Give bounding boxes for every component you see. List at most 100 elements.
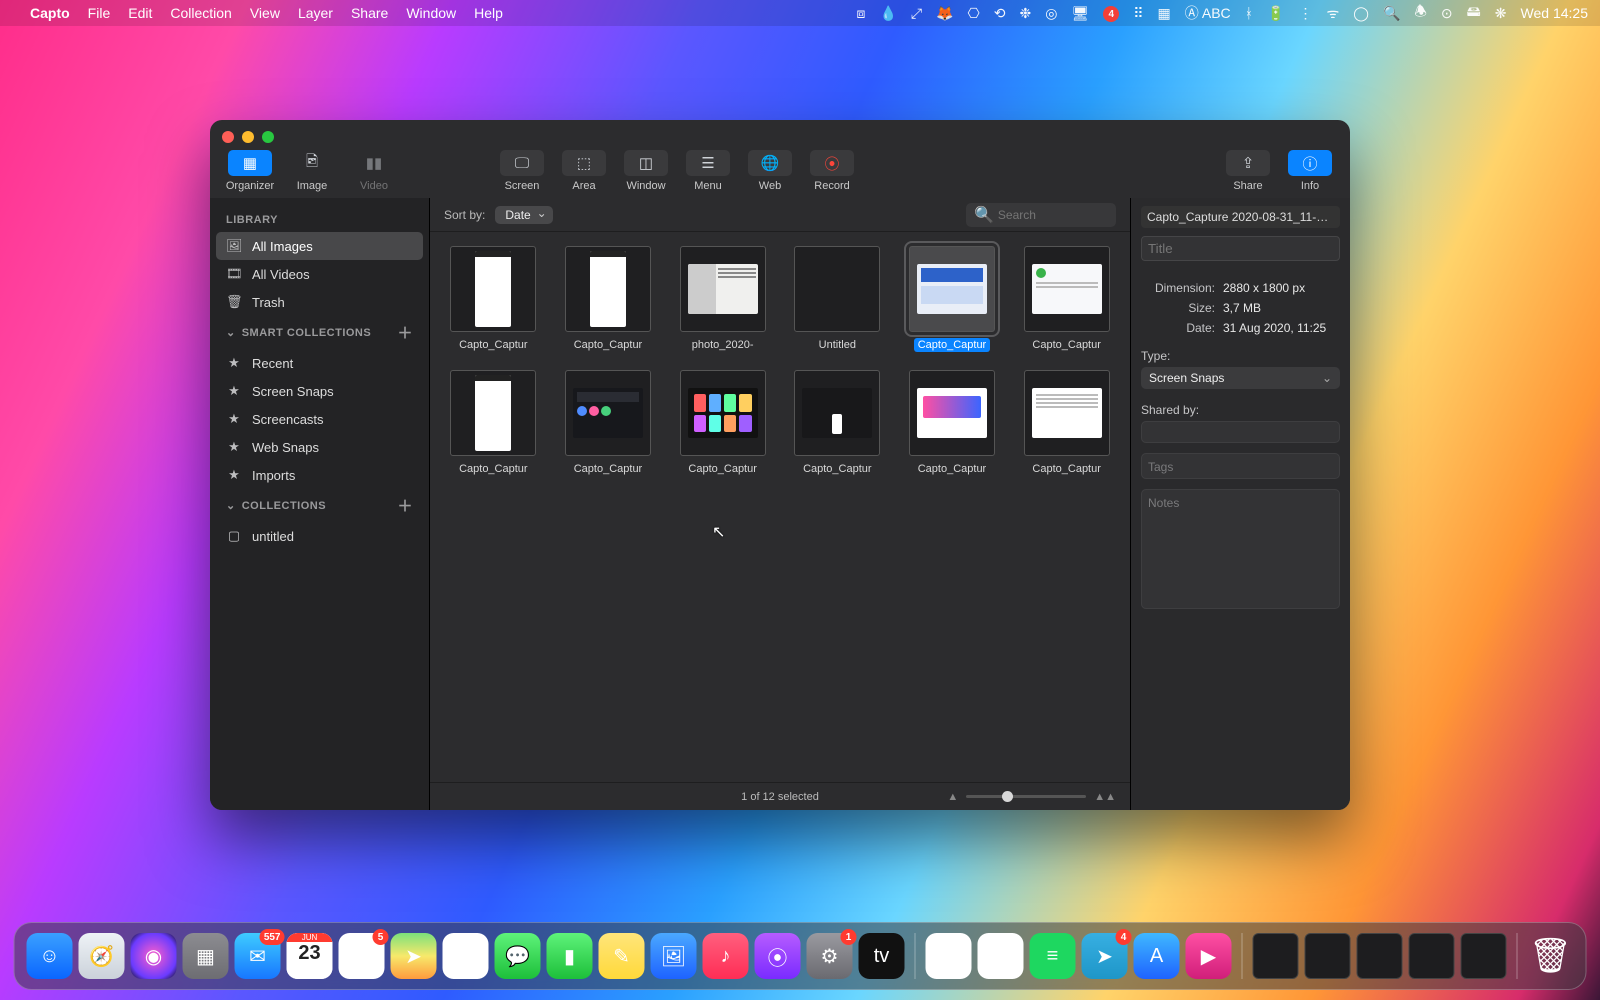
search-field[interactable]: 🔍: [966, 203, 1116, 227]
dock-app-safari[interactable]: 🧭: [79, 933, 125, 979]
dock-app-slack[interactable]: ✱: [926, 933, 972, 979]
dock-app-spotify[interactable]: ≡: [1030, 933, 1076, 979]
menu-layer[interactable]: Layer: [298, 5, 333, 21]
dock-app-appstore[interactable]: A: [1134, 933, 1180, 979]
dock-app-facetime[interactable]: ▮: [547, 933, 593, 979]
organizer-tab[interactable]: ▦Organizer: [222, 150, 278, 192]
menubar-status-icon[interactable]: ▦: [1158, 5, 1171, 22]
menubar-status-icon[interactable]: Ⓐ ABC: [1185, 3, 1231, 23]
dock-app-reminders[interactable]: ☰5: [339, 933, 385, 979]
dock-app-messages[interactable]: 💬: [495, 933, 541, 979]
menubar-status-icon[interactable]: 🦊: [936, 5, 953, 22]
menubar-status-icon[interactable]: ⊙: [1441, 5, 1453, 22]
dock-app-settings[interactable]: ⚙︎1: [807, 933, 853, 979]
sort-dropdown[interactable]: Date: [495, 206, 552, 224]
sidebar-smart-recent[interactable]: ★Recent: [216, 349, 423, 377]
thumbnail-grid[interactable]: Capto_CapturCapto_Capturphoto_2020-Untit…: [430, 232, 1130, 782]
thumbnail-item[interactable]: photo_2020-: [669, 246, 776, 352]
dock-app-podcasts[interactable]: ⦿: [755, 933, 801, 979]
dock-app-siri[interactable]: ◉: [131, 933, 177, 979]
menubar-status-icon[interactable]: ❉: [1020, 5, 1032, 22]
dock-app-appletv[interactable]: tv: [859, 933, 905, 979]
capture-menu-button[interactable]: ☰Menu: [680, 150, 736, 192]
menu-share[interactable]: Share: [351, 5, 388, 21]
sidebar-smart-screencasts[interactable]: ★Screencasts: [216, 405, 423, 433]
title-field[interactable]: [1141, 236, 1340, 261]
thumbnail-item[interactable]: Capto_Captur: [669, 370, 776, 476]
menubar-status-icon[interactable]: ❋: [1495, 5, 1507, 22]
dock-minimized-window[interactable]: [1409, 933, 1455, 979]
menubar-status-icon[interactable]: ᯤ: [1326, 4, 1339, 23]
menu-window[interactable]: Window: [406, 5, 456, 21]
zoom-slider[interactable]: ▲ ▲▲: [947, 791, 1116, 803]
sidebar-smart-imports[interactable]: ★Imports: [216, 461, 423, 489]
sidebar-library-all-videos[interactable]: 🎞All Videos: [216, 260, 423, 288]
dock-app-preview[interactable]: 🖼: [651, 933, 697, 979]
capture-area-button[interactable]: ⬚Area: [556, 150, 612, 192]
menubar-status-icon[interactable]: 🔍: [1383, 5, 1400, 22]
type-dropdown[interactable]: Screen Snaps: [1141, 367, 1340, 389]
thumbnail-item[interactable]: Capto_Captur: [555, 246, 662, 352]
menubar-status-icon[interactable]: ◎: [1045, 5, 1057, 22]
thumbnail-item[interactable]: Capto_Captur: [555, 370, 662, 476]
thumbnail-item[interactable]: Untitled: [784, 246, 891, 352]
menubar-status-icon[interactable]: ⧈: [857, 5, 866, 22]
menubar-status-icon[interactable]: 4: [1103, 4, 1119, 23]
dock-app-finder[interactable]: ☺: [27, 933, 73, 979]
thumbnail-item[interactable]: Capto_Captur: [899, 370, 1006, 476]
dock-minimized-window[interactable]: [1305, 933, 1351, 979]
thumbnail-item[interactable]: Capto_Captur: [784, 370, 891, 476]
search-input[interactable]: [998, 208, 1108, 222]
collections-header[interactable]: ⌄COLLECTIONS ＋: [216, 489, 423, 522]
sidebar-library-trash[interactable]: 🗑Trash: [216, 288, 423, 316]
notes-field[interactable]: Notes: [1141, 489, 1340, 609]
dock-app-telegram[interactable]: ➤4: [1082, 933, 1128, 979]
menubar-status-icon[interactable]: ◯: [1353, 5, 1369, 22]
thumbnail-item[interactable]: Capto_Captur: [899, 246, 1006, 352]
sidebar-smart-screen-snaps[interactable]: ★Screen Snaps: [216, 377, 423, 405]
image-tab[interactable]: 🖻Image: [284, 150, 340, 192]
add-collection-button[interactable]: ＋: [397, 495, 413, 516]
menubar-status-icon[interactable]: 💧: [879, 5, 896, 22]
dock-app-unknown[interactable]: ▶: [1186, 933, 1232, 979]
sidebar-smart-web-snaps[interactable]: ★Web Snaps: [216, 433, 423, 461]
thumbnail-item[interactable]: Capto_Captur: [1013, 370, 1120, 476]
menu-file[interactable]: File: [88, 5, 111, 21]
dock-minimized-window[interactable]: [1253, 933, 1299, 979]
menubar-status-icon[interactable]: ⤢: [911, 5, 922, 22]
menubar-clock[interactable]: Wed 14:25: [1521, 5, 1588, 21]
info-button[interactable]: ⓘInfo: [1282, 150, 1338, 192]
menubar-status-icon[interactable]: 🖴: [1467, 1, 1481, 25]
menubar-status-icon[interactable]: ᚼ: [1245, 5, 1253, 21]
dock-app-launchpad[interactable]: ▦: [183, 933, 229, 979]
capture-web-button[interactable]: 🌐Web: [742, 150, 798, 192]
menubar-status-icon[interactable]: 🖥: [1071, 5, 1089, 22]
menu-collection[interactable]: Collection: [170, 5, 231, 21]
dock-app-mail[interactable]: ✉︎557: [235, 933, 281, 979]
menubar-status-icon[interactable]: ⠿: [1133, 5, 1143, 22]
thumbnail-item[interactable]: Capto_Captur: [1013, 246, 1120, 352]
menubar-status-icon[interactable]: ⎔: [968, 5, 980, 22]
dock-minimized-window[interactable]: [1461, 933, 1507, 979]
dock-app-calendar[interactable]: JUN23: [287, 933, 333, 979]
dock-app-maps[interactable]: ➤: [391, 933, 437, 979]
tags-field[interactable]: Tags: [1141, 453, 1340, 479]
share-button[interactable]: ⇪Share: [1220, 150, 1276, 192]
capture-window-button[interactable]: ◫Window: [618, 150, 674, 192]
dock-trash[interactable]: 🗑: [1528, 933, 1574, 979]
dock-minimized-window[interactable]: [1357, 933, 1403, 979]
menubar-status-icon[interactable]: ⋮: [1298, 5, 1312, 22]
sidebar-library-all-images[interactable]: 🖼All Images: [216, 232, 423, 260]
dock-app-chrome[interactable]: ◯: [978, 933, 1024, 979]
record-button[interactable]: ⦿Record: [804, 150, 860, 192]
menu-view[interactable]: View: [250, 5, 280, 21]
app-menu[interactable]: Capto: [30, 5, 70, 21]
smart-collections-header[interactable]: ⌄SMART COLLECTIONS ＋: [216, 316, 423, 349]
capture-screen-button[interactable]: 🖵Screen: [494, 150, 550, 192]
sidebar-collection-untitled[interactable]: ▢untitled: [216, 522, 423, 550]
add-smart-collection-button[interactable]: ＋: [397, 322, 413, 343]
menubar-status-icon[interactable]: 🕭: [1414, 1, 1427, 25]
thumbnail-item[interactable]: Capto_Captur: [440, 370, 547, 476]
thumbnail-item[interactable]: Capto_Captur: [440, 246, 547, 352]
menubar-status-icon[interactable]: 🔋: [1267, 5, 1284, 22]
